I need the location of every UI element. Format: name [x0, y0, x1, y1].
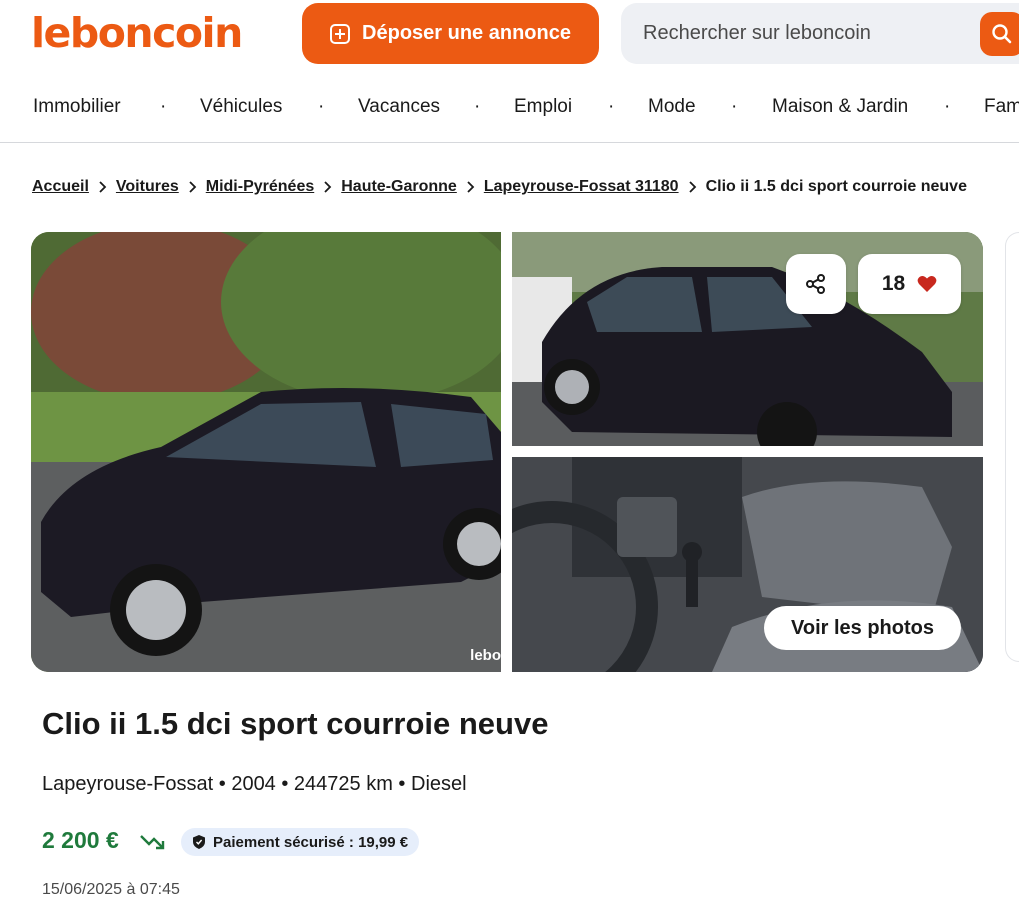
- chevron-right-icon: [688, 180, 697, 194]
- search-button[interactable]: [980, 12, 1019, 56]
- site-header: leboncoin Déposer une annonce: [0, 0, 1019, 70]
- car-side-photo: [31, 232, 501, 672]
- search-input[interactable]: [621, 3, 981, 64]
- nav-item-vacances[interactable]: Vacances: [358, 96, 440, 118]
- nav-item-famille[interactable]: Fam: [984, 96, 1019, 118]
- nav-item-immobilier[interactable]: Immobilier: [33, 96, 121, 118]
- category-nav: Immobilier · Véhicules · Vacances · Empl…: [0, 86, 1019, 130]
- chevron-right-icon: [323, 180, 332, 194]
- shield-icon: [193, 835, 205, 849]
- breadcrumb: Accueil Voitures Midi-Pyrénées Haute-Gar…: [32, 178, 967, 196]
- breadcrumb-region[interactable]: Midi-Pyrénées: [206, 178, 314, 196]
- nav-separator: ·: [608, 96, 615, 117]
- post-ad-button[interactable]: Déposer une annonce: [302, 3, 599, 64]
- nav-item-vehicules[interactable]: Véhicules: [200, 96, 282, 118]
- ad-meta: Lapeyrouse-Fossat • 2004 • 244725 km • D…: [42, 773, 467, 795]
- main-photo[interactable]: lebo: [31, 232, 501, 672]
- nav-separator: ·: [731, 96, 738, 117]
- ad-date: 15/06/2025 à 07:45: [42, 881, 180, 898]
- secure-payment-badge: Paiement sécurisé : 19,99 €: [181, 828, 420, 856]
- nav-separator: ·: [160, 96, 167, 117]
- post-ad-label: Déposer une annonce: [362, 22, 571, 44]
- plus-square-icon: [330, 23, 351, 44]
- secure-payment-label: Paiement sécurisé : 19,99 €: [213, 833, 409, 851]
- ad-price: 2 200 €: [42, 827, 119, 853]
- header-divider: [0, 142, 1019, 143]
- share-button[interactable]: [786, 254, 846, 314]
- see-photos-button[interactable]: Voir les photos: [764, 606, 961, 650]
- like-count: 18: [881, 272, 906, 295]
- breadcrumb-accueil[interactable]: Accueil: [32, 178, 89, 196]
- breadcrumb-voitures[interactable]: Voitures: [116, 178, 179, 196]
- nav-item-maison-jardin[interactable]: Maison & Jardin: [772, 96, 908, 118]
- nav-separator: ·: [318, 96, 325, 117]
- breadcrumb-department[interactable]: Haute-Garonne: [341, 178, 457, 196]
- nav-item-mode[interactable]: Mode: [648, 96, 696, 118]
- side-panel-edge: [1005, 232, 1019, 662]
- ad-title: Clio ii 1.5 dci sport courroie neuve: [42, 706, 549, 741]
- heart-icon: [917, 276, 937, 292]
- nav-separator: ·: [474, 96, 481, 117]
- nav-item-emploi[interactable]: Emploi: [514, 96, 572, 118]
- chevron-right-icon: [466, 180, 475, 194]
- share-icon: [806, 274, 825, 294]
- breadcrumb-city[interactable]: Lapeyrouse-Fossat 31180: [484, 178, 679, 196]
- breadcrumb-current: Clio ii 1.5 dci sport courroie neuve: [705, 178, 967, 195]
- search-bar: [621, 3, 1019, 64]
- watermark-text: lebo: [470, 647, 501, 664]
- chevron-right-icon: [188, 180, 197, 194]
- leboncoin-logo[interactable]: leboncoin: [31, 6, 243, 60]
- favorite-button[interactable]: 18: [858, 254, 961, 314]
- nav-separator: ·: [944, 96, 951, 117]
- chevron-right-icon: [98, 180, 107, 194]
- price-trend-down-icon: [139, 832, 167, 857]
- search-icon: [992, 24, 1012, 44]
